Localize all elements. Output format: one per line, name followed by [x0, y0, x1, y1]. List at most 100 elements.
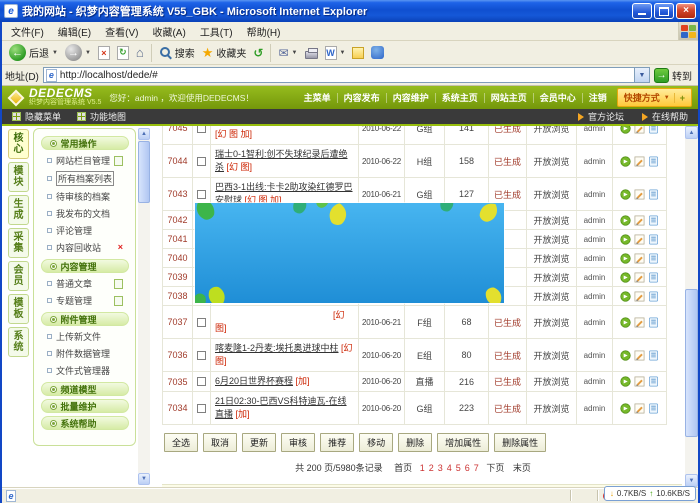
action-button-7[interactable]: 删除	[398, 433, 432, 452]
edit-icon[interactable]	[634, 215, 645, 226]
action-button-1[interactable]: 全选	[164, 433, 198, 452]
forward-button[interactable]: → ▼	[62, 43, 94, 62]
menu-item-4[interactable]: 收藏(A)	[145, 22, 192, 41]
page-link-1[interactable]: 1	[420, 463, 425, 473]
print-button[interactable]	[302, 46, 321, 60]
address-input[interactable]: e http://localhost/dede/# ▼	[43, 67, 650, 83]
history-button[interactable]: ↺	[250, 45, 266, 61]
sidebar-item-1-2[interactable]: 所有档案列表	[34, 169, 135, 188]
quick-access-button[interactable]: 快捷方式 ▼ +	[617, 88, 692, 107]
messenger-button[interactable]	[368, 45, 387, 60]
preview-icon[interactable]	[620, 376, 631, 387]
sidebar-scroll-up-icon[interactable]: ▲	[138, 128, 150, 140]
row-checkbox[interactable]	[197, 190, 206, 199]
page-link-6[interactable]: 6	[465, 463, 470, 473]
edit-icon[interactable]	[634, 272, 645, 283]
quick-access-dropdown-icon[interactable]: ▼	[664, 95, 670, 101]
copy-icon[interactable]	[648, 126, 659, 134]
page-link-7[interactable]: 7	[474, 463, 479, 473]
copy-icon[interactable]	[648, 376, 659, 387]
forward-dropdown-icon[interactable]: ▼	[85, 50, 91, 56]
copy-icon[interactable]	[648, 350, 659, 361]
pagination-first[interactable]: 首页	[394, 463, 412, 473]
action-button-4[interactable]: 审核	[281, 433, 315, 452]
sidebar-tab-3[interactable]: 生成	[8, 195, 29, 225]
sidebar-item-1-1[interactable]: 网站栏目管理	[34, 152, 135, 169]
edit-button[interactable]: W▼	[322, 45, 349, 61]
sidebar-section-3[interactable]: 附件管理	[41, 312, 129, 326]
subheader-item-1[interactable]: 隐藏菜单	[12, 110, 61, 123]
page-link-3[interactable]: 3	[438, 463, 443, 473]
sidebar-item-3-2[interactable]: 附件数据管理	[34, 345, 135, 362]
action-button-6[interactable]: 移动	[359, 433, 393, 452]
row-checkbox[interactable]	[197, 318, 206, 327]
edit-icon[interactable]	[634, 376, 645, 387]
row-checkbox[interactable]	[197, 351, 206, 360]
doc-title-link[interactable]: 6月20日世界杯赛程	[215, 376, 293, 386]
edit-icon[interactable]	[634, 350, 645, 361]
sidebar-item-3-3[interactable]: 文件式管理器	[34, 362, 135, 379]
back-button[interactable]: ← 后退 ▼	[6, 43, 61, 62]
sidebar-item-2-1[interactable]: 普通文章	[34, 275, 135, 292]
row-checkbox[interactable]	[197, 126, 206, 133]
row-checkbox[interactable]	[197, 377, 206, 386]
action-button-2[interactable]: 取消	[203, 433, 237, 452]
preview-icon[interactable]	[620, 272, 631, 283]
sidebar-item-3-1[interactable]: 上传新文件	[34, 328, 135, 345]
edit-icon[interactable]	[634, 234, 645, 245]
edit-icon[interactable]	[634, 156, 645, 167]
stop-button[interactable]: ×	[95, 45, 113, 61]
address-dropdown-icon[interactable]: ▼	[634, 68, 649, 82]
subheader-link-1[interactable]: 官方论坛	[578, 110, 624, 123]
preview-icon[interactable]	[620, 234, 631, 245]
copy-icon[interactable]	[648, 234, 659, 245]
mail-button[interactable]: ✉▼	[275, 45, 300, 61]
copy-icon[interactable]	[648, 403, 659, 414]
main-scrollbar[interactable]: ▲ ▼	[685, 126, 698, 487]
preview-icon[interactable]	[620, 317, 631, 328]
notes-button[interactable]	[349, 46, 367, 60]
preview-icon[interactable]	[620, 189, 631, 200]
preview-icon[interactable]	[620, 156, 631, 167]
subheader-item-2[interactable]: 功能地图	[77, 110, 126, 123]
pagination-next[interactable]: 下页	[486, 463, 504, 473]
action-button-3[interactable]: 更新	[242, 433, 276, 452]
edit-icon[interactable]	[634, 253, 645, 264]
search-button[interactable]: 搜索	[156, 44, 198, 61]
action-button-9[interactable]: 删除属性	[494, 433, 546, 452]
back-dropdown-icon[interactable]: ▼	[52, 50, 58, 56]
sidebar-scrollbar[interactable]: ▲ ▼	[138, 128, 150, 485]
sidebar-section-4[interactable]: 频道模型	[41, 382, 129, 396]
sidebar-tab-1[interactable]: 核心	[8, 129, 29, 159]
favorites-button[interactable]: ★ 收藏夹	[199, 44, 250, 61]
subheader-link-2[interactable]: 在线帮助	[642, 110, 688, 123]
row-checkbox[interactable]	[197, 157, 206, 166]
menu-item-2[interactable]: 编辑(E)	[51, 22, 98, 41]
nav-link-2[interactable]: 内容发布	[338, 91, 386, 104]
copy-icon[interactable]	[648, 317, 659, 328]
sidebar-tab-4[interactable]: 采集	[8, 228, 29, 258]
restore-button[interactable]	[654, 3, 674, 19]
row-checkbox[interactable]	[197, 404, 206, 413]
sidebar-section-5[interactable]: 批量维护	[41, 399, 129, 413]
home-button[interactable]: ⌂	[133, 45, 147, 60]
refresh-button[interactable]: ↻	[114, 45, 132, 61]
copy-icon[interactable]	[648, 272, 659, 283]
menu-item-3[interactable]: 查看(V)	[98, 22, 145, 41]
nav-link-5[interactable]: 网站主页	[485, 91, 533, 104]
action-button-5[interactable]: 推荐	[320, 433, 354, 452]
edit-icon[interactable]	[634, 189, 645, 200]
sidebar-tab-7[interactable]: 系统	[8, 327, 29, 357]
copy-icon[interactable]	[648, 253, 659, 264]
sidebar-scroll-thumb[interactable]	[138, 141, 150, 203]
pagination-last[interactable]: 末页	[513, 463, 531, 473]
preview-icon[interactable]	[620, 291, 631, 302]
main-scroll-up-icon[interactable]: ▲	[685, 126, 698, 139]
preview-icon[interactable]	[620, 350, 631, 361]
edit-icon[interactable]	[634, 126, 645, 134]
sidebar-section-2[interactable]: 内容管理	[41, 259, 129, 273]
menu-item-6[interactable]: 帮助(H)	[240, 22, 288, 41]
menu-item-1[interactable]: 文件(F)	[4, 22, 51, 41]
page-link-5[interactable]: 5	[456, 463, 461, 473]
nav-link-6[interactable]: 会员中心	[534, 91, 582, 104]
